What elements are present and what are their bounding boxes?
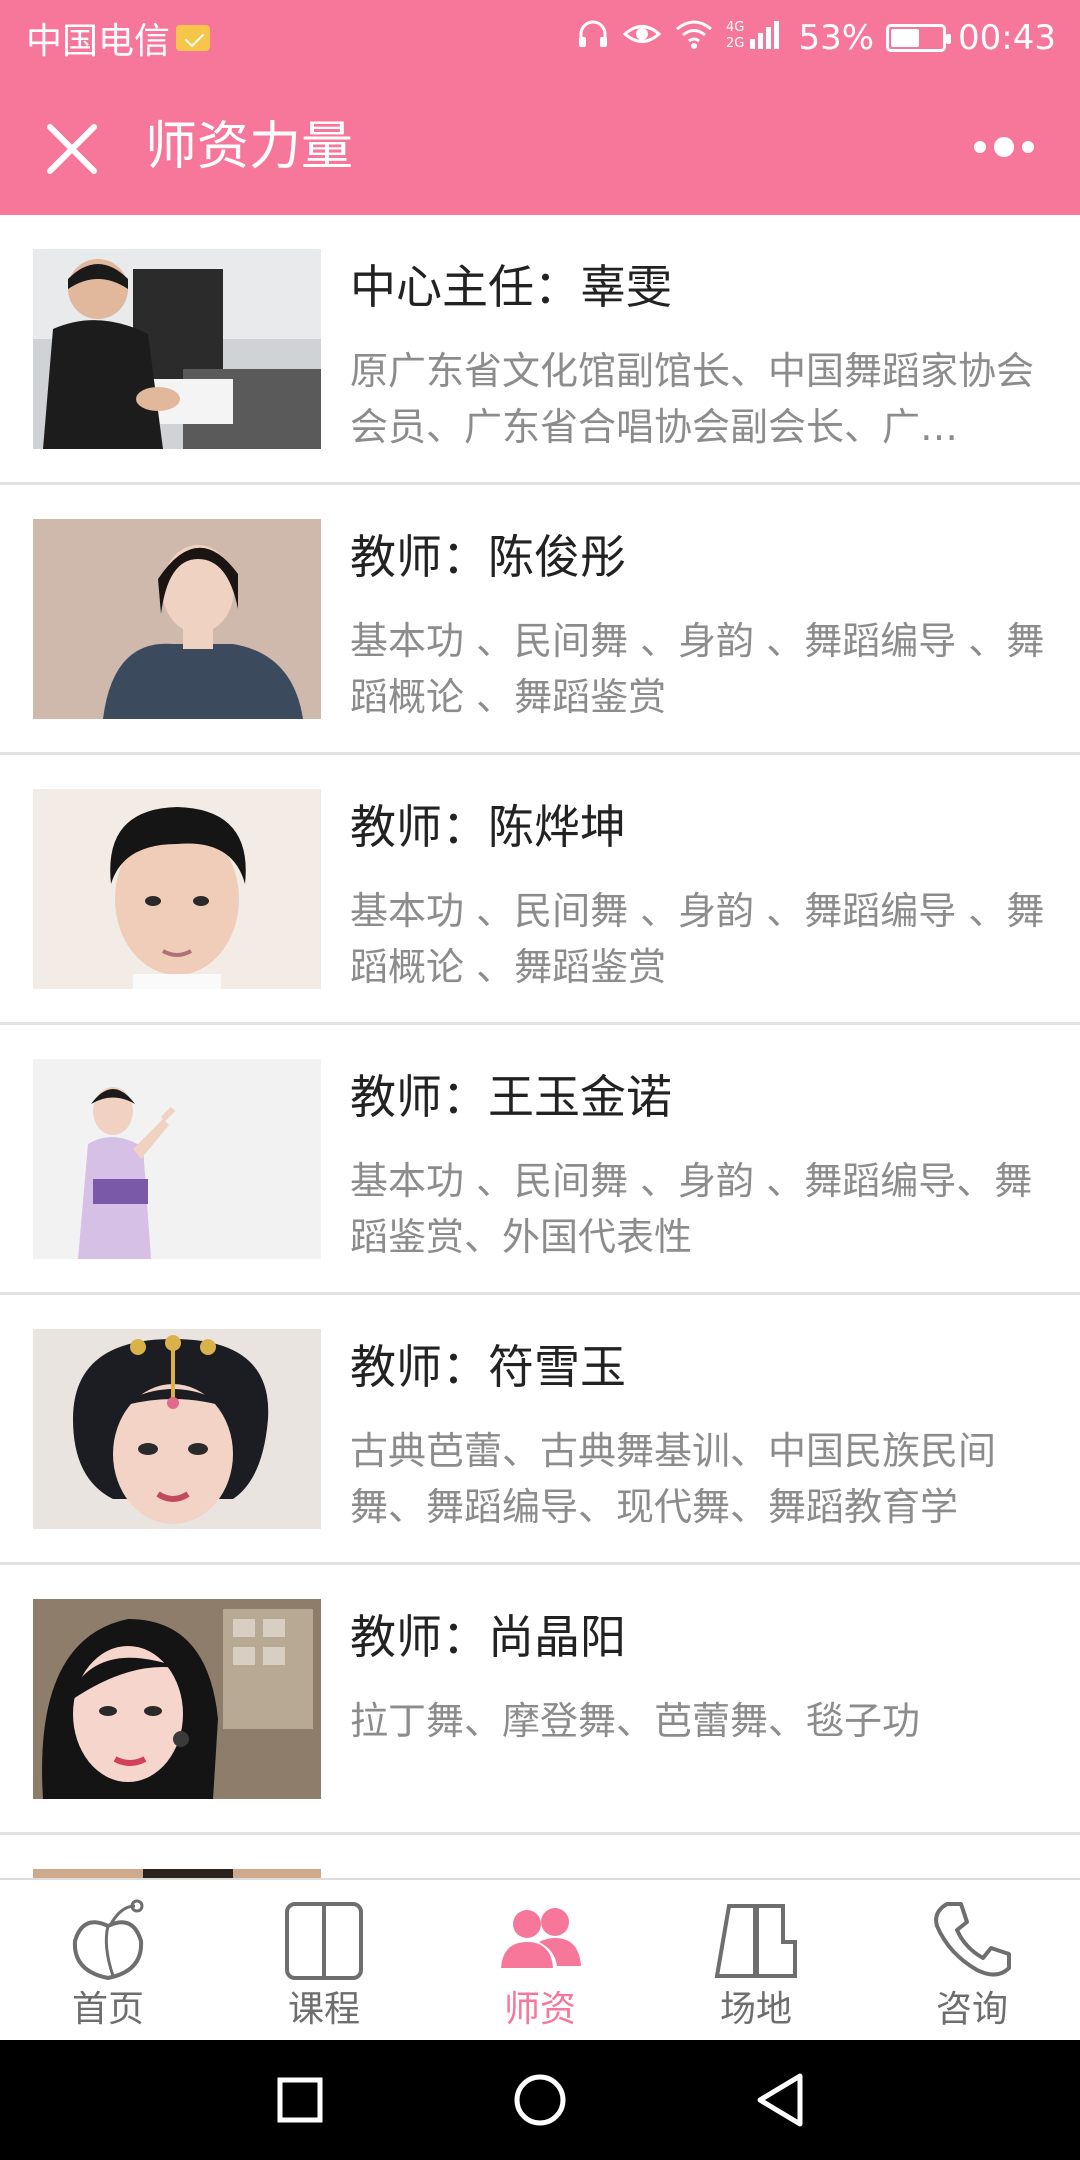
system-navigation-bar — [0, 2040, 1080, 2160]
circle-icon — [514, 2074, 566, 2126]
teacher-description: 基本功 、民间舞 、身韵 、舞蹈编导 、舞蹈概论 、舞蹈鉴赏 — [350, 889, 1045, 989]
teacher-photo — [33, 789, 321, 989]
teacher-photo — [33, 249, 321, 449]
teacher-name: 教师：符雪玉 — [350, 1340, 626, 1394]
status-bar: 中国电信 4G 2G 53% 00:43 — [0, 0, 1080, 75]
wifi-icon — [674, 17, 714, 60]
teacher-photo — [33, 519, 321, 719]
back-button[interactable] — [742, 2062, 818, 2138]
teacher-photo — [33, 1059, 321, 1259]
teacher-name: 教师：尚晶阳 — [350, 1610, 626, 1664]
teacher-name: 中心主任：辜雯 — [350, 260, 672, 314]
tab-consult-label: 咨询 — [935, 1989, 1008, 2030]
more-options-button[interactable] — [964, 127, 1044, 167]
teacher-name: 教师：王玉金诺 — [350, 1070, 672, 1124]
tab-teachers[interactable]: 师资 — [432, 1880, 648, 2042]
teacher-list: 中心主任：辜雯 原广东省文化馆副馆长、中国舞蹈家协会会员、广东省合唱协会副会长、… — [0, 215, 1080, 1878]
status-left: 中国电信 — [26, 14, 211, 62]
teacher-photo — [33, 1869, 321, 1878]
status-right: 4G 2G 53% 00:43 — [576, 14, 1056, 62]
teacher-item[interactable]: 教师：陈烨坤 基本功 、民间舞 、身韵 、舞蹈编导 、舞蹈概论 、舞蹈鉴赏 — [0, 755, 1080, 1025]
peach-icon — [72, 1899, 144, 1981]
more-dot-icon — [1022, 141, 1034, 153]
teacher-item[interactable]: 教师：符雪玉 古典芭蕾、古典舞基训、中国民族民间舞、舞蹈编导、现代舞、舞蹈教育学 — [0, 1295, 1080, 1565]
teacher-name: 教师：陈烨坤 — [350, 800, 626, 854]
teacher-description: 基本功 、民间舞 、身韵 、舞蹈编导、舞蹈鉴赏、外国代表性 — [350, 1159, 1033, 1259]
teacher-item[interactable]: 中心主任：辜雯 原广东省文化馆副馆长、中国舞蹈家协会会员、广东省合唱协会副会长、… — [0, 215, 1080, 485]
page-title: 师资力量 — [145, 117, 354, 177]
home-button[interactable] — [502, 2062, 578, 2138]
teacher-description: 拉丁舞、摩登舞、芭蕾舞、毯子功 — [350, 1699, 921, 1743]
teacher-description: 基本功 、民间舞 、身韵 、舞蹈编导 、舞蹈概论 、舞蹈鉴赏 — [350, 619, 1045, 719]
svg-text:2G: 2G — [726, 36, 744, 51]
teacher-description: 原广东省文化馆副馆长、中国舞蹈家协会会员、广东省合唱协会副会长、广… — [350, 349, 1035, 449]
people-icon — [501, 1908, 581, 1968]
svg-text:4G: 4G — [726, 20, 744, 35]
close-icon — [47, 124, 97, 174]
tab-venue[interactable]: 场地 — [648, 1880, 864, 2042]
bottom-tab-bar: 首页 课程 师资 场地 咨询 — [0, 1878, 1080, 2040]
teacher-photo — [33, 1329, 321, 1529]
teacher-item-partial[interactable] — [0, 1835, 1080, 1878]
app-header: 师资力量 — [0, 75, 1080, 215]
tab-courses-label: 课程 — [287, 1989, 360, 2030]
teacher-photo — [33, 1599, 321, 1799]
phone-icon — [934, 1902, 1011, 1977]
more-dot-icon — [994, 137, 1014, 157]
tab-courses[interactable]: 课程 — [216, 1880, 432, 2042]
tab-teachers-label: 师资 — [503, 1989, 576, 2030]
teacher-item[interactable]: 教师：陈俊彤 基本功 、民间舞 、身韵 、舞蹈编导 、舞蹈概论 、舞蹈鉴赏 — [0, 485, 1080, 755]
tab-venue-label: 场地 — [719, 1989, 792, 2030]
carrier-label: 中国电信 — [26, 21, 171, 62]
tab-home-label: 首页 — [71, 1989, 144, 2030]
battery-percent: 53% — [798, 18, 875, 58]
back-triangle-icon — [757, 2073, 803, 2127]
headphones-icon — [576, 17, 610, 60]
recent-apps-button[interactable] — [262, 2062, 338, 2138]
clock: 00:43 — [958, 18, 1056, 58]
building-icon — [714, 1904, 797, 1978]
book-icon — [285, 1902, 363, 1980]
tab-home[interactable]: 首页 — [0, 1880, 216, 2042]
more-dot-icon — [974, 141, 986, 153]
eye-icon — [622, 17, 662, 60]
teacher-name: 教师：陈俊彤 — [350, 530, 626, 584]
close-button[interactable] — [36, 113, 108, 185]
mail-notification-icon — [176, 25, 211, 51]
teacher-description: 古典芭蕾、古典舞基训、中国民族民间舞、舞蹈编导、现代舞、舞蹈教育学 — [350, 1429, 997, 1529]
teacher-item[interactable]: 教师：王玉金诺 基本功 、民间舞 、身韵 、舞蹈编导、舞蹈鉴赏、外国代表性 — [0, 1025, 1080, 1295]
signal-icon: 4G 2G — [726, 17, 786, 60]
teacher-item[interactable]: 教师：尚晶阳 拉丁舞、摩登舞、芭蕾舞、毯子功 — [0, 1565, 1080, 1835]
battery-icon — [886, 24, 952, 52]
tab-consult[interactable]: 咨询 — [864, 1880, 1080, 2042]
square-icon — [277, 2077, 323, 2123]
